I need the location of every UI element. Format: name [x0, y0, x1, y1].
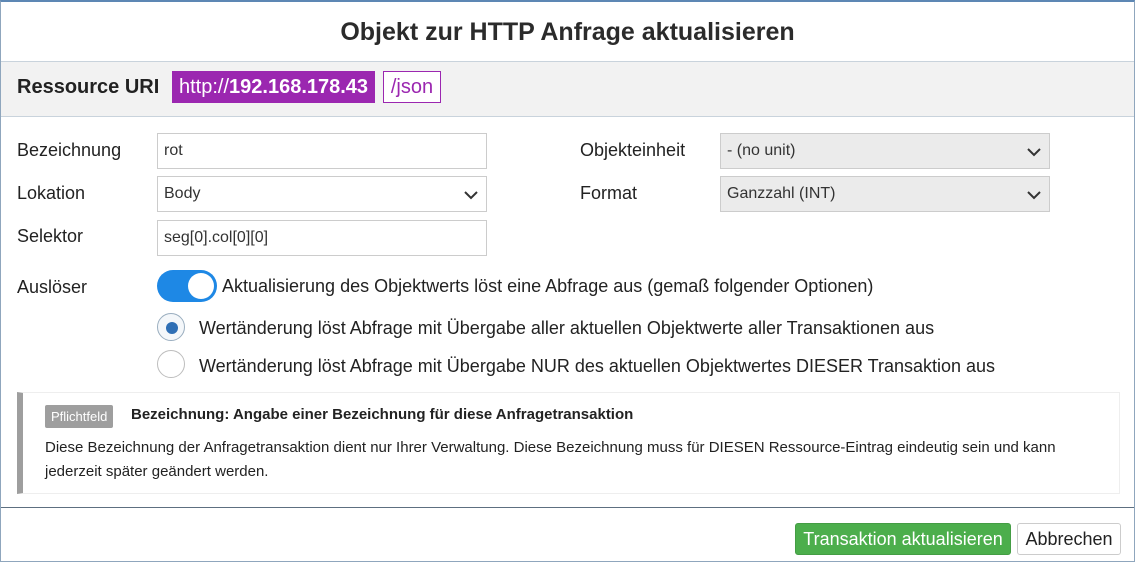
help-text: Diese Bezeichnung der Anfragetransaktion…	[45, 439, 1056, 480]
bezeichnung-input[interactable]: rot	[157, 133, 487, 169]
format-label: Format	[580, 183, 638, 203]
chevron-down-icon	[1027, 148, 1041, 157]
trigger-toggle[interactable]	[157, 270, 217, 302]
uri-scheme: http://	[179, 76, 230, 98]
resource-uri-path: /json	[383, 71, 441, 103]
radio-this-transaction-label: Wertänderung löst Abfrage mit Übergabe N…	[199, 356, 996, 376]
selektor-label: Selektor	[17, 226, 84, 246]
required-badge: Pflichtfeld	[45, 405, 114, 428]
bezeichnung-label: Bezeichnung	[17, 140, 122, 160]
objekteinheit-select[interactable]: - (no unit)	[720, 133, 1050, 169]
radio-selected-dot	[166, 322, 178, 334]
resource-uri-bar: Ressource URI http://192.168.178.43 /jso…	[1, 62, 1134, 117]
format-select-value: Ganzzahl (INT)	[727, 185, 836, 202]
selektor-input[interactable]: seg[0].col[0][0]	[157, 220, 487, 256]
chevron-down-icon	[464, 191, 478, 200]
dialog-title: Objekt zur HTTP Anfrage aktualisieren	[1, 2, 1134, 62]
toggle-knob	[188, 273, 214, 299]
help-info-box: Pflichtfeld Bezeichnung: Angabe einer Be…	[17, 392, 1120, 494]
update-transaction-button[interactable]: Transaktion aktualisieren	[795, 523, 1011, 555]
uri-host-address: 192.168.178.43	[229, 76, 369, 98]
objekteinheit-label: Objekteinheit	[580, 140, 686, 160]
objekteinheit-select-value: - (no unit)	[727, 142, 796, 159]
cancel-button[interactable]: Abbrechen	[1017, 523, 1121, 555]
trigger-toggle-text: Aktualisierung des Objektwerts löst eine…	[222, 276, 874, 296]
lokation-select-value: Body	[164, 185, 201, 202]
lokation-select[interactable]: Body	[157, 176, 487, 212]
radio-all-transactions[interactable]	[157, 313, 185, 341]
update-transaction-dialog: Objekt zur HTTP Anfrage aktualisieren Re…	[0, 0, 1135, 562]
radio-all-transactions-label: Wertänderung löst Abfrage mit Übergabe a…	[199, 318, 935, 338]
help-title: Bezeichnung: Angabe einer Bezeichnung fü…	[131, 406, 634, 423]
ausloeser-label: Auslöser	[17, 277, 88, 297]
chevron-down-icon	[1027, 191, 1041, 200]
footer-divider	[1, 507, 1134, 508]
resource-uri-host: http://192.168.178.43	[172, 71, 376, 103]
radio-this-transaction[interactable]	[157, 350, 185, 378]
resource-uri-label: Ressource URI	[17, 76, 160, 98]
lokation-label: Lokation	[17, 183, 86, 203]
format-select[interactable]: Ganzzahl (INT)	[720, 176, 1050, 212]
